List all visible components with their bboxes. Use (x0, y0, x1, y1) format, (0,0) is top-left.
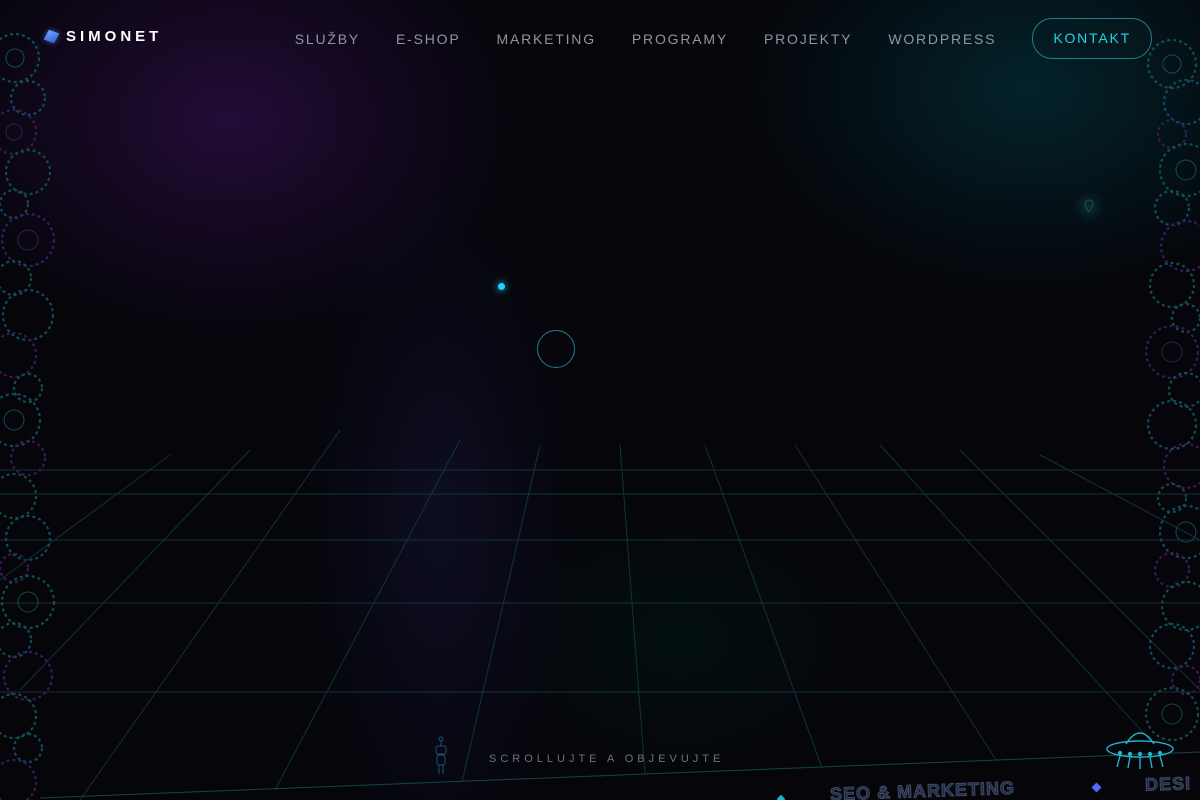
main-nav: SLUŽBY E-SHOP MARKETING PROGRAMY PROJEKT… (295, 18, 1152, 59)
scroll-hint: SCROLLUJTE A OBJEVUJTE (489, 753, 725, 765)
cursor-dot (498, 283, 505, 290)
nav-item-programy[interactable]: PROGRAMY (632, 31, 728, 47)
glow-orb (1074, 192, 1104, 222)
hero-stage: SIMONET SLUŽBY E-SHOP MARKETING PROGRAMY… (0, 0, 1200, 800)
gear-column-right (1144, 38, 1200, 742)
nav-item-wordpress[interactable]: WORDPRESS (888, 31, 996, 47)
cursor-ring (537, 330, 575, 368)
nav-item-projekty[interactable]: PROJEKTY (764, 31, 852, 47)
background-graphics (0, 32, 1200, 800)
gear-column-left (0, 32, 56, 800)
brand-logo[interactable]: SIMONET (43, 28, 163, 45)
nav-item-eshop[interactable]: E-SHOP (396, 31, 460, 47)
robot-figure-icon (435, 736, 447, 774)
ticker-item-design: DESI (1144, 773, 1192, 796)
nav-item-sluzby[interactable]: SLUŽBY (295, 31, 360, 47)
perspective-grid (0, 429, 1200, 800)
brand-name: SIMONET (66, 28, 163, 45)
nav-item-marketing[interactable]: MARKETING (496, 31, 595, 47)
contact-button[interactable]: KONTAKT (1032, 18, 1152, 59)
cube-logo-icon (43, 29, 60, 44)
